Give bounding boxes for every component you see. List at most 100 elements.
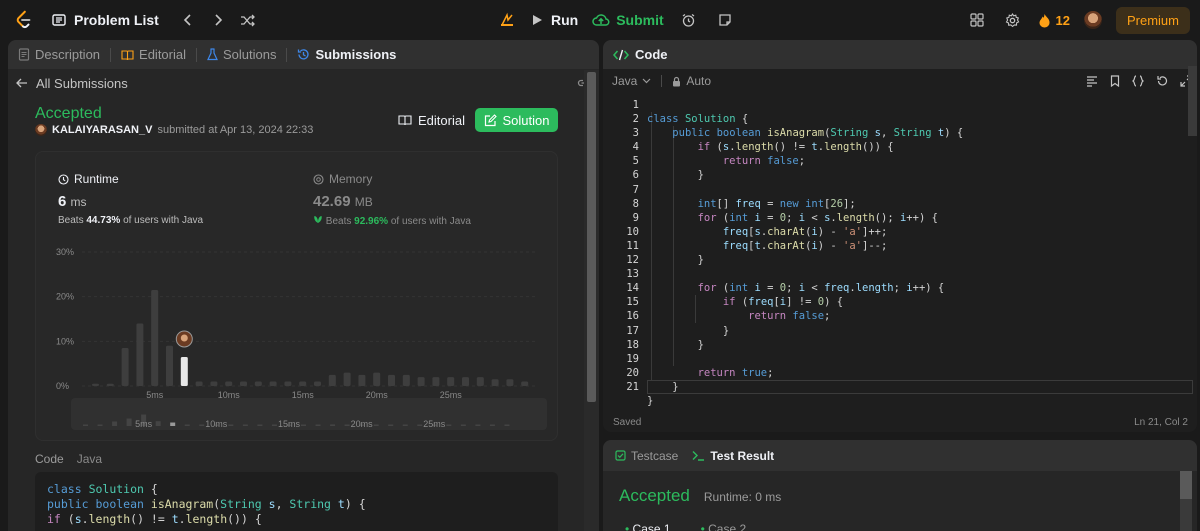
run-button[interactable]: Run bbox=[532, 12, 578, 28]
problem-list-label: Problem List bbox=[74, 12, 159, 28]
case-tab-2[interactable]: • Case 2 bbox=[701, 522, 747, 531]
runtime-range-slider[interactable]: 5ms 10ms 15ms 20ms 25ms bbox=[71, 398, 547, 430]
line-number: 12 bbox=[626, 254, 639, 267]
distribution-bar bbox=[121, 348, 129, 386]
editor-scrollbar-thumb[interactable] bbox=[1188, 66, 1197, 136]
runtime-beats-suffix: of users with Java bbox=[123, 215, 204, 226]
streak-counter[interactable]: 12 bbox=[1038, 13, 1070, 28]
code-line: class Solution { bbox=[647, 113, 749, 126]
memory-label: Memory bbox=[329, 172, 373, 186]
code-preview-line: if (s.length() != t.length()) { bbox=[47, 512, 262, 526]
case-tab-1[interactable]: • Case 1 bbox=[625, 522, 671, 531]
curly-braces-icon[interactable] bbox=[1132, 75, 1144, 87]
author-name[interactable]: KALAIYARASAN_V bbox=[52, 124, 152, 136]
memory-beats-pct: 92.96% bbox=[354, 216, 389, 227]
prev-problem-chevron-left-icon[interactable] bbox=[177, 9, 199, 31]
alarm-clock-icon[interactable] bbox=[678, 9, 700, 31]
next-problem-chevron-right-icon[interactable] bbox=[207, 9, 229, 31]
distribution-bar bbox=[151, 289, 159, 386]
leetcode-logo-icon[interactable] bbox=[12, 9, 34, 31]
editorial-button[interactable]: Editorial bbox=[388, 108, 475, 132]
flask-icon bbox=[207, 48, 218, 61]
tab-solutions[interactable]: Solutions bbox=[207, 47, 276, 62]
solution-button[interactable]: Solution bbox=[475, 108, 558, 132]
editor-scrollbar[interactable] bbox=[1188, 40, 1197, 390]
code-tab-label: Code bbox=[35, 452, 64, 466]
reset-undo-icon[interactable] bbox=[1156, 75, 1168, 87]
tab-editorial[interactable]: Editorial bbox=[121, 47, 186, 62]
y-tick-label: 30% bbox=[56, 247, 74, 257]
code-line: for (int i = 0; i < s.length(); i++) { bbox=[697, 211, 938, 224]
user-avatar[interactable] bbox=[1083, 11, 1102, 29]
submit-label: Submit bbox=[616, 12, 664, 28]
y-tick-label: 20% bbox=[56, 292, 74, 302]
line-number: 2 bbox=[632, 113, 639, 126]
case-tab-1-label: Case 1 bbox=[632, 522, 671, 531]
run-label: Run bbox=[551, 12, 579, 28]
code-line: freq[s.charAt(i) - 'a']++; bbox=[722, 225, 888, 238]
notes-icon[interactable] bbox=[714, 9, 736, 31]
tab-solutions-label: Solutions bbox=[223, 47, 277, 62]
code-line: int[] freq = new int[26]; bbox=[697, 197, 856, 210]
shuffle-icon[interactable] bbox=[237, 9, 259, 31]
your-submission-avatar bbox=[175, 330, 193, 348]
code-editor[interactable]: 1 2 3 4 5 6 7 8 9 10 11 12 13 14 15 16 17 18 19 20 21 class … bbox=[603, 98, 1197, 407]
settings-gear-icon[interactable] bbox=[1002, 9, 1024, 31]
result-scrollbar[interactable] bbox=[1180, 471, 1192, 531]
code-lines[interactable]: class Solution { public boolean isAnagra… bbox=[647, 98, 963, 432]
toolbar-divider bbox=[661, 75, 663, 87]
distribution-bar bbox=[269, 381, 277, 386]
mini-distribution-bar bbox=[315, 424, 321, 426]
code-preview-line: class Solution { bbox=[47, 482, 158, 496]
problem-list-button[interactable]: Problem List bbox=[52, 12, 159, 28]
author-avatar[interactable] bbox=[35, 124, 47, 136]
your-runtime-bar bbox=[180, 356, 188, 386]
checkbox-icon bbox=[615, 450, 626, 461]
language-select[interactable]: Java bbox=[612, 74, 651, 88]
mini-distribution-bar bbox=[257, 424, 263, 426]
submit-button[interactable]: Submit bbox=[592, 12, 664, 28]
distribution-bar bbox=[417, 377, 425, 386]
tab-divider bbox=[286, 47, 288, 62]
nav-center-group: Run Submit bbox=[496, 0, 736, 40]
line-number: 4 bbox=[632, 141, 639, 154]
result-scrollbar-thumb[interactable] bbox=[1180, 471, 1192, 499]
left-scrollbar-thumb[interactable] bbox=[587, 72, 596, 402]
code-preview-line: public boolean isAnagram(String s, Strin… bbox=[47, 497, 366, 511]
line-number: 9 bbox=[632, 211, 639, 224]
distribution-bar bbox=[447, 377, 455, 386]
debug-icon[interactable] bbox=[496, 9, 518, 31]
layout-grid-icon[interactable] bbox=[966, 9, 988, 31]
distribution-bar bbox=[388, 374, 395, 386]
format-lines-icon[interactable] bbox=[1086, 75, 1098, 87]
all-submissions-link[interactable]: All Submissions bbox=[16, 73, 591, 93]
runtime-distribution-chart[interactable]: 30% 20% 10% 0% 5ms 10ms 15ms 20ms 25ms bbox=[36, 238, 559, 398]
mini-distribution-bar bbox=[330, 424, 336, 426]
distribution-bar bbox=[136, 323, 144, 386]
distribution-bar bbox=[402, 374, 410, 386]
tab-submissions[interactable]: Submissions bbox=[297, 47, 396, 62]
code-line: return true; bbox=[697, 366, 774, 379]
mini-distribution-chart: 5ms 10ms 15ms 20ms 25ms bbox=[83, 414, 510, 429]
memory-metric[interactable]: Memory 42.69 MB Beats 92.96% of users wi… bbox=[313, 172, 471, 227]
submitted-code-preview: class Solution { public boolean isAnagra… bbox=[35, 472, 558, 531]
runtime-metric[interactable]: Runtime 6 ms Beats 44.73% of users with … bbox=[58, 172, 203, 226]
distribution-bar bbox=[106, 383, 114, 386]
code-line: return false; bbox=[722, 155, 806, 168]
distribution-bar bbox=[210, 381, 218, 386]
line-number: 3 bbox=[632, 127, 639, 140]
premium-button[interactable]: Premium bbox=[1115, 6, 1190, 34]
book-icon bbox=[121, 49, 134, 60]
runtime-label: Runtime bbox=[74, 172, 119, 186]
editor-toolbar: Java Auto bbox=[612, 73, 1192, 89]
tab-description[interactable]: Description bbox=[18, 47, 100, 62]
distribution-bar bbox=[284, 381, 292, 386]
tab-test-result[interactable]: Test Result bbox=[692, 449, 774, 463]
tab-testcase[interactable]: Testcase bbox=[615, 449, 678, 463]
submitted-code-header: Code Java bbox=[35, 452, 102, 466]
mini-distribution-bar bbox=[126, 418, 132, 426]
auto-mode-toggle[interactable]: Auto bbox=[672, 74, 711, 88]
bookmark-icon[interactable] bbox=[1110, 75, 1120, 87]
left-panel-scrollbar[interactable] bbox=[584, 70, 599, 531]
mini-distribution-bar bbox=[504, 424, 510, 426]
